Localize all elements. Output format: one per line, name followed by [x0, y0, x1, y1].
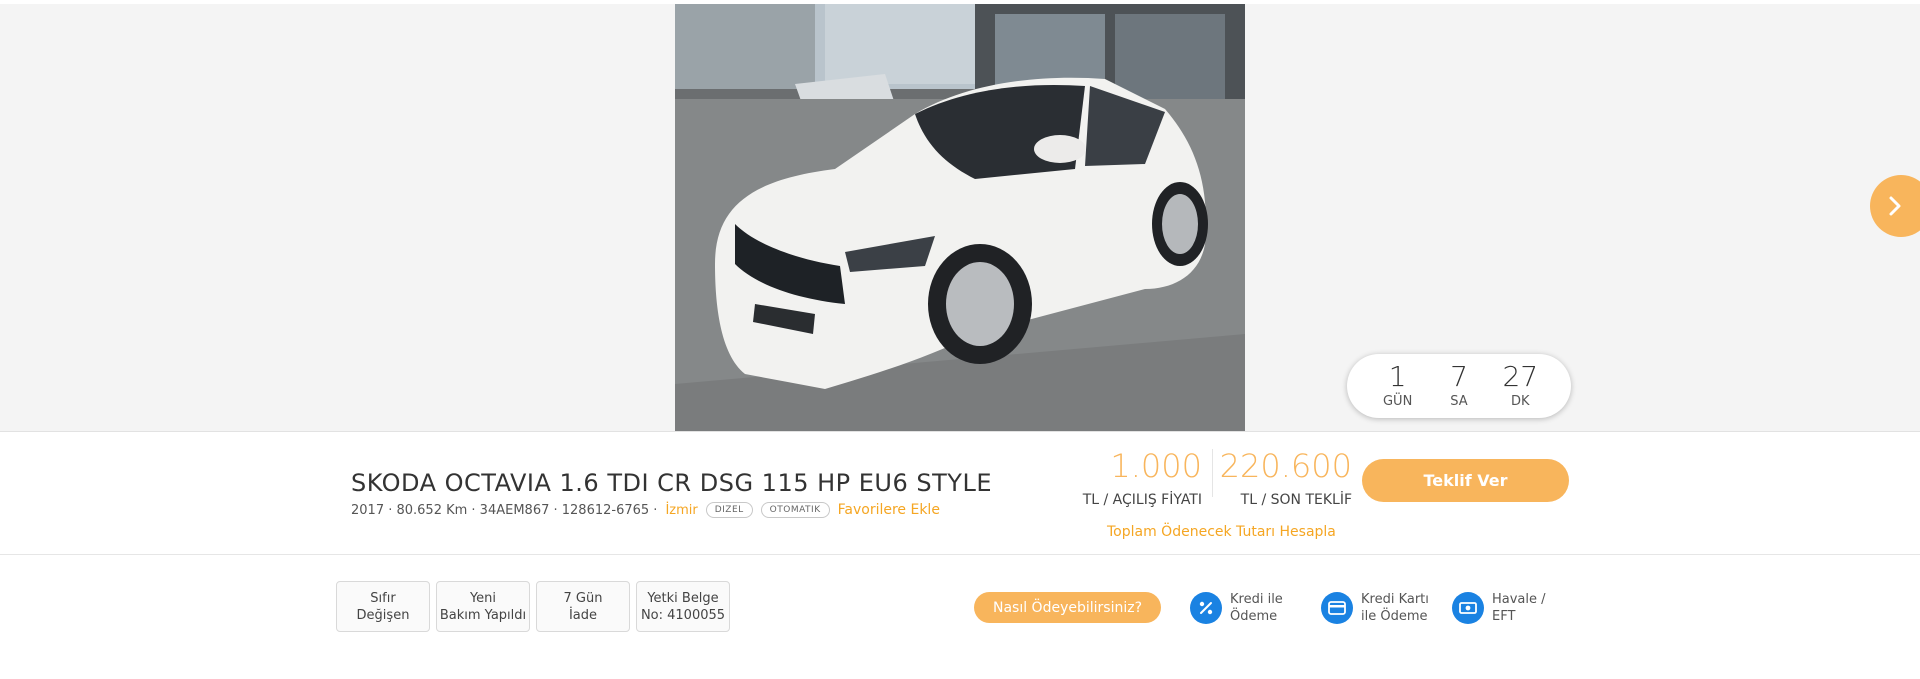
last-bid-block: 220.600 TL / SON TEKLİF — [1216, 446, 1352, 508]
feature-badge-authorization: Yetki Belge No: 4100055 — [636, 581, 730, 632]
countdown-minutes: 27 DK — [1496, 362, 1544, 410]
fuel-tag: DIZEL — [705, 502, 753, 518]
listing-info-bar: SKODA OCTAVIA 1.6 TDI CR DSG 115 HP EU6 … — [0, 431, 1920, 555]
car-photo[interactable] — [675, 4, 1245, 431]
image-gallery: 1 GÜN 7 SA 27 DK — [0, 4, 1920, 431]
listing-title: SKODA OCTAVIA 1.6 TDI CR DSG 115 HP EU6 … — [351, 469, 992, 497]
next-image-button[interactable] — [1870, 175, 1920, 237]
feature-line: Bakım Yapıldı — [439, 607, 527, 623]
countdown-hours-label: SA — [1450, 394, 1468, 409]
payment-option-loan[interactable]: Kredi ile Ödeme — [1190, 591, 1283, 625]
feature-line: 7 Gün — [563, 590, 603, 606]
payment-option-label: Havale / EFT — [1492, 592, 1546, 624]
countdown-days-label: GÜN — [1382, 394, 1413, 409]
last-bid-label: TL / SON TEKLİF — [1240, 492, 1352, 508]
place-bid-button[interactable]: Teklif Ver — [1362, 459, 1569, 502]
feature-line: Yetki Belge — [647, 590, 719, 606]
countdown-days-value: 1 — [1388, 360, 1407, 393]
countdown-minutes-label: DK — [1511, 394, 1530, 409]
add-to-favorites-link[interactable]: Favorilere Ekle — [838, 502, 940, 518]
payment-option-credit-card[interactable]: Kredi Kartı ile Ödeme — [1321, 591, 1429, 625]
feature-badges: Sıfır Değişen Yeni Bakım Yapıldı 7 Gün İ… — [336, 581, 730, 632]
price-divider — [1212, 449, 1213, 497]
credit-card-icon — [1321, 592, 1353, 624]
feature-line: No: 4100055 — [640, 607, 726, 623]
payment-option-transfer[interactable]: Havale / EFT — [1452, 591, 1546, 625]
payment-option-label: Kredi ile Ödeme — [1230, 592, 1283, 624]
feature-line: İade — [568, 607, 598, 623]
feature-badge-new-maintenance: Yeni Bakım Yapıldı — [436, 581, 530, 632]
cash-icon — [1452, 592, 1484, 624]
countdown-hours: 7 SA — [1435, 362, 1483, 410]
feature-line: Değişen — [356, 607, 410, 623]
countdown-hours-value: 7 — [1450, 360, 1468, 393]
last-bid-value: 220.600 — [1219, 447, 1352, 485]
opening-price-label: TL / AÇILIŞ FİYATI — [1082, 492, 1202, 508]
countdown-minutes-value: 27 — [1502, 360, 1539, 393]
listing-meta-text: 2017 · 80.652 Km · 34AEM867 · 128612-676… — [351, 502, 658, 518]
transmission-tag: OTOMATIK — [760, 502, 830, 518]
how-to-pay-button[interactable]: Nasıl Ödeyebilirsiniz? — [974, 592, 1161, 623]
payment-option-label: Kredi Kartı ile Ödeme — [1361, 592, 1429, 624]
countdown-days: 1 GÜN — [1374, 362, 1422, 410]
calculate-total-link[interactable]: Toplam Ödenecek Tutarı Hesapla — [1107, 524, 1336, 540]
car-image — [675, 4, 1245, 431]
feature-badge-no-changed-parts: Sıfır Değişen — [336, 581, 430, 632]
percent-icon — [1190, 592, 1222, 624]
opening-price-value: 1.000 — [1110, 447, 1202, 485]
opening-price-block: 1.000 TL / AÇILIŞ FİYATI — [1068, 446, 1202, 508]
feature-line: Yeni — [469, 590, 497, 606]
feature-badge-7-day-return: 7 Gün İade — [536, 581, 630, 632]
chevron-right-icon — [1889, 196, 1901, 216]
feature-line: Sıfır — [370, 590, 396, 606]
listing-city[interactable]: İzmir — [665, 503, 697, 518]
listing-meta: 2017 · 80.652 Km · 34AEM867 · 128612-676… — [351, 502, 940, 518]
countdown-timer: 1 GÜN 7 SA 27 DK — [1347, 354, 1571, 418]
